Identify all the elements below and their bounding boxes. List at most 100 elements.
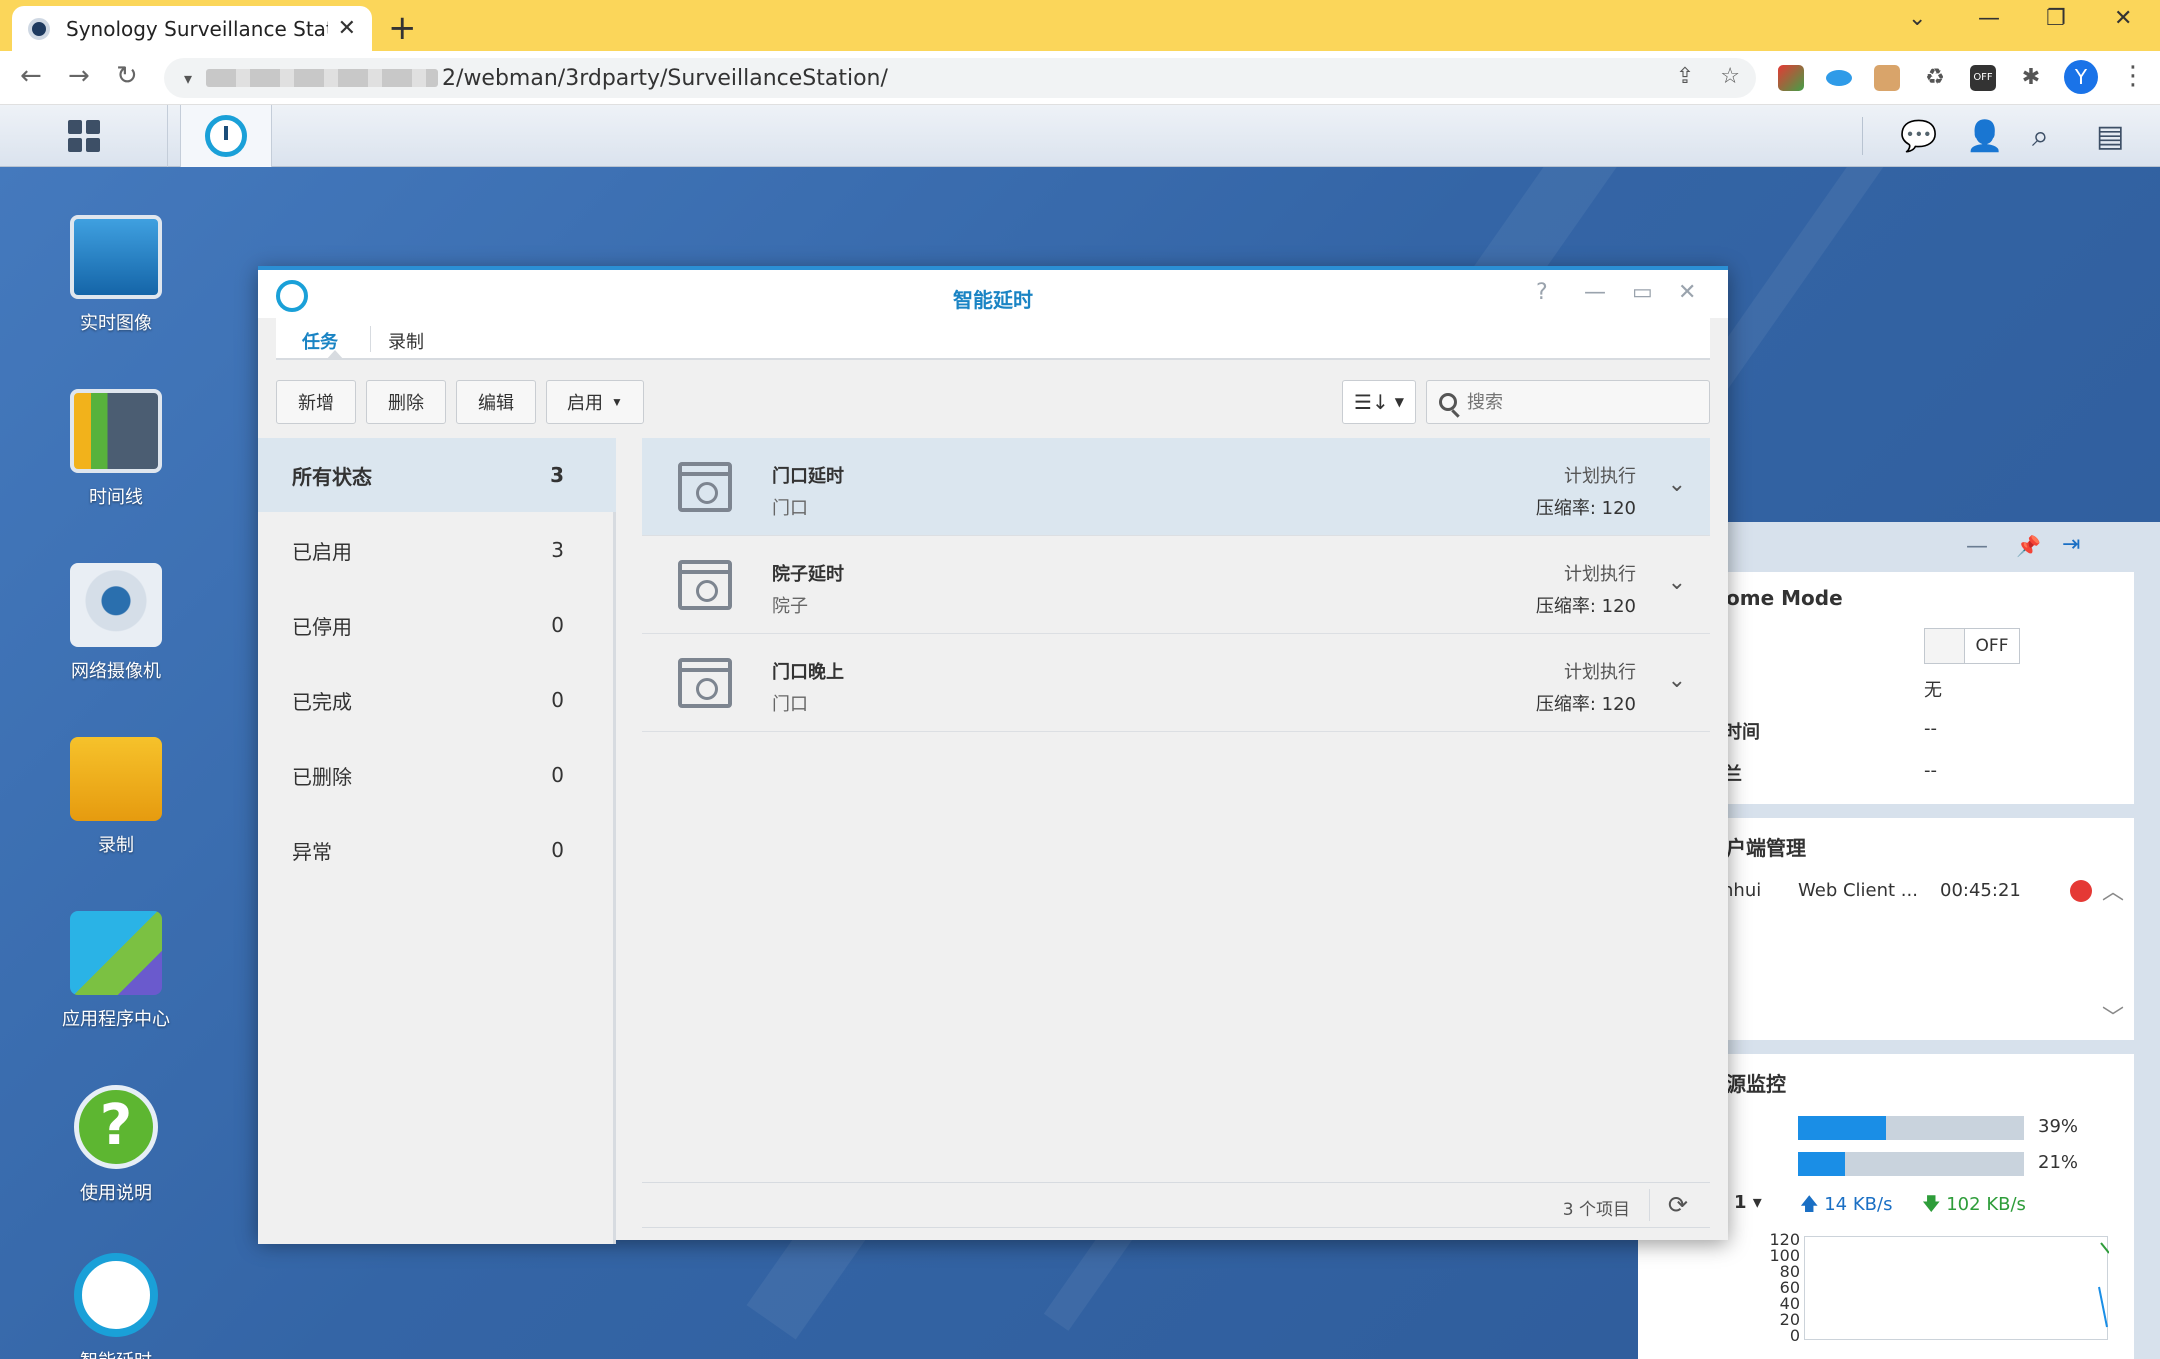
network-select-value: 1 [1734, 1192, 1747, 1213]
desktop-icon-live-view[interactable]: 实时图像 [56, 215, 176, 335]
extension-off-icon[interactable]: OFF [1970, 65, 1996, 91]
widgets-toggle-icon[interactable]: ▤ [2096, 119, 2124, 154]
desktop-icon-recording[interactable]: 录制 [56, 737, 176, 857]
extension-cloud-icon[interactable] [1826, 70, 1852, 86]
search-icon [1439, 393, 1457, 411]
url-omnibox[interactable]: ▾ 2/webman/3rdparty/SurveillanceStation/… [164, 58, 1756, 98]
window-minimize-icon[interactable]: — [1584, 280, 1606, 305]
help-icon[interactable]: ? [1536, 280, 1548, 305]
desktop-icon-help[interactable]: ? 使用说明 [56, 1085, 176, 1205]
close-tab-icon[interactable]: ✕ [338, 16, 356, 41]
filter-abnormal[interactable]: 异常 0 [258, 813, 616, 887]
url-text[interactable]: 2/webman/3rdparty/SurveillanceStation/ [442, 66, 888, 91]
browser-menu-icon[interactable]: ⋮ [2120, 61, 2146, 91]
search-icon[interactable]: ⌕ [2032, 119, 2049, 154]
window-close-icon[interactable]: ✕ [1678, 280, 1696, 305]
user-icon[interactable]: 👤 [1966, 119, 2003, 154]
widget-minimize-icon[interactable]: — [1966, 534, 1988, 559]
expand-chevron-icon[interactable]: ⌄ [1668, 570, 1686, 595]
dsm-taskbar: 💬 👤 ⌕ ▤ [0, 105, 2160, 167]
taskbar-app-smart-timelapse[interactable] [180, 105, 272, 167]
task-camera: 门口 [772, 694, 808, 715]
restore-icon[interactable]: ❐ [2046, 6, 2066, 31]
bookmark-star-icon[interactable]: ☆ [1720, 64, 1740, 89]
desktop-icon-ip-camera[interactable]: 网络摄像机 [56, 563, 176, 683]
task-row[interactable]: 门口延时 门口 计划执行 压缩率: 120 ⌄ [642, 438, 1710, 536]
smart-timelapse-icon [205, 115, 247, 157]
enable-dropdown-button[interactable]: 启用 ▼ [546, 380, 644, 424]
window-tabs: 任务 录制 [276, 318, 1710, 360]
desktop-icon-label: 使用说明 [80, 1183, 152, 1204]
address-bar: ← → ↻ ▾ 2/webman/3rdparty/SurveillanceSt… [0, 51, 2160, 105]
extension-recycle-icon[interactable]: ♻ [1922, 65, 1948, 91]
expand-chevron-icon[interactable]: ⌄ [1668, 668, 1686, 693]
delete-button[interactable]: 删除 [366, 380, 446, 424]
task-name: 门口延时 [772, 466, 844, 487]
tab-recording[interactable]: 录制 [388, 328, 424, 354]
forward-icon[interactable]: → [68, 61, 90, 91]
extension-colorful-icon[interactable] [1778, 65, 1804, 91]
widget-pin-icon[interactable]: 📌 [2016, 534, 2041, 558]
main-menu-button[interactable] [0, 105, 168, 167]
filter-count: 3 [550, 463, 564, 487]
reload-icon[interactable]: ↻ [116, 61, 138, 91]
home-mode-toggle[interactable]: OFF [1924, 628, 2020, 664]
back-icon[interactable]: ← [20, 61, 42, 91]
active-tab-indicator [326, 350, 344, 360]
filter-all-status[interactable]: 所有状态 3 [258, 438, 616, 512]
browser-tab[interactable]: Synology Surveillance Station ✕ [12, 6, 372, 51]
filter-completed[interactable]: 已完成 0 [258, 663, 616, 737]
scroll-up-icon[interactable]: ︿ [2102, 874, 2124, 906]
network-select[interactable]: 1 ▾ [1734, 1192, 1762, 1213]
list-footer: 3 个项目 ⟳ [642, 1182, 1710, 1228]
task-row[interactable]: 院子延时 院子 计划执行 压缩率: 120 ⌄ [642, 536, 1710, 634]
timeline-icon [70, 389, 162, 473]
widget-collapse-icon[interactable]: ⇥ [2062, 532, 2080, 557]
extensions-puzzle-icon[interactable]: ✱ [2018, 65, 2044, 91]
filter-disabled[interactable]: 已停用 0 [258, 588, 616, 662]
desktop-icon-package-center[interactable]: 应用程序中心 [56, 911, 176, 1031]
extension-pet-icon[interactable] [1874, 65, 1900, 91]
desktop-icon-timeline[interactable]: 时间线 [56, 389, 176, 509]
close-window-icon[interactable]: ✕ [2114, 6, 2132, 31]
desktop-icon-smart-timelapse[interactable]: 智能延时 [56, 1253, 176, 1359]
task-camera: 院子 [772, 596, 808, 617]
window-maximize-icon[interactable]: ▭ [1632, 280, 1653, 305]
share-icon[interactable]: ⇪ [1676, 64, 1694, 89]
desktop-icon-label: 录制 [98, 835, 134, 856]
task-row[interactable]: 门口晚上 门口 计划执行 压缩率: 120 ⌄ [642, 634, 1710, 732]
dropdown-caret-icon: ▼ [611, 395, 623, 409]
download-rate: 🡇 102 KB/s [1922, 1194, 2026, 1215]
scroll-down-icon[interactable]: ﹀ [2102, 1000, 2124, 1032]
search-box [1426, 380, 1710, 424]
add-button[interactable]: 新增 [276, 380, 356, 424]
new-tab-icon[interactable]: + [388, 8, 417, 48]
tab-search-chevron-icon[interactable]: ⌄ [1908, 6, 1926, 31]
edit-button[interactable]: 编辑 [456, 380, 536, 424]
dropdown-caret-icon: ▼ [1394, 395, 1404, 409]
filter-count: 3 [551, 538, 564, 562]
sort-button[interactable]: ☰↓ ▼ [1342, 380, 1416, 424]
task-name: 门口晚上 [772, 662, 844, 683]
main-menu-grid-icon [67, 120, 100, 152]
filter-deleted[interactable]: 已删除 0 [258, 738, 616, 812]
minimize-icon[interactable]: — [1978, 6, 2000, 31]
disconnect-client-icon[interactable] [2070, 880, 2092, 902]
cpu-usage-bar [1798, 1116, 2024, 1140]
refresh-icon[interactable]: ⟳ [1668, 1191, 1688, 1219]
help-question-icon: ? [74, 1085, 158, 1169]
home-mode-value: 无 [1924, 680, 1942, 701]
filter-count: 0 [551, 763, 564, 787]
task-rate: 压缩率: 120 [1535, 694, 1636, 715]
notifications-chat-icon[interactable]: 💬 [1900, 119, 1937, 154]
desktop-icon-label: 实时图像 [80, 313, 152, 334]
search-input[interactable] [1467, 391, 1687, 413]
profile-avatar[interactable]: Y [2064, 60, 2098, 94]
chart-ytick-label: 0 [1789, 1326, 1800, 1345]
filter-count: 0 [551, 613, 564, 637]
expand-chevron-icon[interactable]: ⌄ [1668, 472, 1686, 497]
omnibox-dropdown-icon[interactable]: ▾ [184, 69, 192, 88]
calendar-timelapse-icon [678, 462, 732, 512]
toolbar: 新增 删除 编辑 启用 ▼ ☰↓ ▼ [276, 380, 1710, 424]
filter-enabled[interactable]: 已启用 3 [258, 513, 616, 587]
